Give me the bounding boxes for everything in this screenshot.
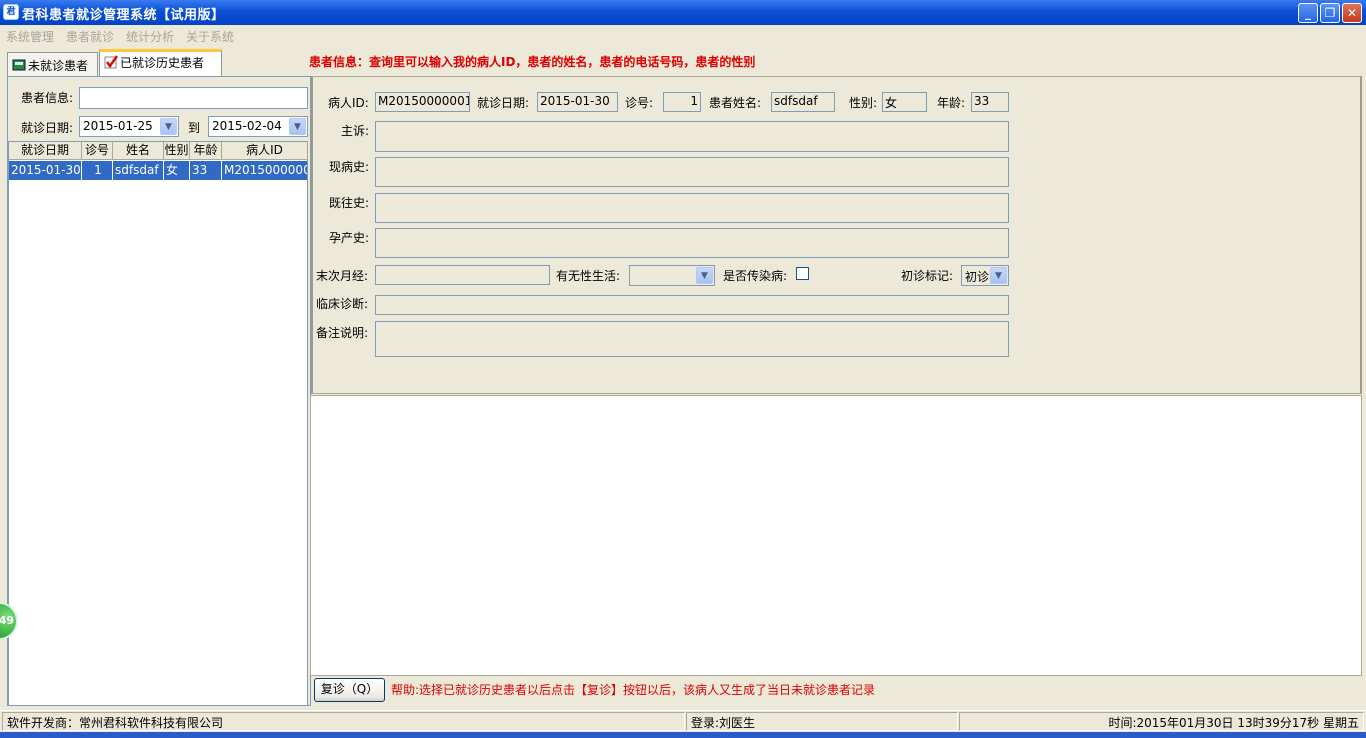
- window-title: 君科患者就诊管理系统【试用版】: [22, 8, 225, 23]
- visit-date-label: 就诊日期:: [21, 121, 74, 135]
- cell-name: sdfsdaf: [113, 161, 164, 180]
- date-from-select[interactable]: 2015-01-25 ▼: [79, 116, 179, 137]
- menu-bar: 系统管理 患者就诊 统计分析 关于系统: [0, 25, 1366, 45]
- status-bar: 软件开发商：常州君科软件科技有限公司 登录:刘医生 时间:2015年01月30日…: [0, 710, 1366, 732]
- age-field[interactable]: 33: [971, 92, 1009, 112]
- revisit-button[interactable]: 复诊（Q）: [314, 678, 385, 702]
- restore-button[interactable]: ❐: [1320, 3, 1340, 23]
- patient-name-field[interactable]: sdfsdaf: [771, 92, 835, 112]
- column-header-visit-date[interactable]: 就诊日期: [9, 142, 82, 160]
- tab-pending-patients[interactable]: 未就诊患者: [7, 52, 98, 76]
- patient-id-field[interactable]: M20150000001: [375, 92, 470, 112]
- date-to-select[interactable]: 2015-02-04 ▼: [208, 116, 308, 137]
- menu-statistics[interactable]: 统计分析: [126, 28, 174, 45]
- diagnosis-field[interactable]: [375, 295, 1009, 315]
- status-developer: 软件开发商：常州君科软件科技有限公司: [2, 712, 685, 731]
- present-illness-label: 现病史:: [329, 160, 370, 174]
- menu-patient-visit[interactable]: 患者就诊: [66, 28, 114, 45]
- taskbar-strip: [0, 732, 1366, 738]
- menu-system[interactable]: 系统管理: [6, 28, 54, 45]
- sexual-life-select[interactable]: ▼: [629, 265, 715, 286]
- first-visit-label: 初诊标记:: [901, 269, 954, 283]
- tab-history-label: 已就诊历史患者: [120, 56, 205, 70]
- date-to-value: 2015-02-04: [212, 119, 282, 133]
- present-illness-field[interactable]: [375, 157, 1009, 187]
- gender-label: 性别:: [849, 96, 878, 110]
- status-login: 登录:刘医生: [686, 712, 958, 731]
- lmp-field[interactable]: [375, 265, 550, 285]
- patient-history-table: 就诊日期 诊号 姓名 性别 年龄 病人ID 2015-01-30 1 sdfsd…: [8, 141, 308, 706]
- help-text: 帮助:选择已就诊历史患者以后点击【复诊】按钮以后，该病人又生成了当日未就诊患者记…: [391, 683, 876, 697]
- chevron-down-icon[interactable]: ▼: [160, 118, 177, 135]
- notes-label: 备注说明:: [316, 326, 369, 340]
- chief-complaint-label: 主诉:: [341, 124, 370, 138]
- date-from-value: 2015-01-25: [83, 119, 153, 133]
- column-header-visit-no[interactable]: 诊号: [82, 142, 113, 160]
- diagnosis-label: 临床诊断:: [316, 297, 369, 311]
- cell-patient-id: M20150000001: [224, 163, 307, 177]
- visit-date-form-label: 就诊日期:: [477, 96, 530, 110]
- sexual-life-label: 有无性生活:: [556, 269, 621, 283]
- cell-visit-date: 2015-01-30: [9, 161, 82, 180]
- column-header-name[interactable]: 姓名: [113, 142, 164, 160]
- cell-age: 33: [190, 161, 222, 180]
- patient-card-icon: [12, 58, 26, 72]
- detail-area: [310, 395, 1362, 676]
- patient-search-input[interactable]: [79, 87, 308, 109]
- notes-field[interactable]: [375, 321, 1009, 357]
- patient-info-label: 患者信息:: [21, 91, 74, 105]
- column-header-age[interactable]: 年龄: [190, 142, 222, 160]
- minimize-button[interactable]: _: [1298, 3, 1318, 23]
- title-bar: 君 君科患者就诊管理系统【试用版】 _ ❐ ✕: [0, 0, 1366, 25]
- patient-id-label: 病人ID:: [328, 96, 369, 110]
- visit-no-label: 诊号:: [625, 96, 654, 110]
- chevron-down-icon[interactable]: ▼: [696, 267, 713, 284]
- first-visit-value: 初诊: [965, 270, 990, 284]
- age-label: 年龄:: [937, 96, 966, 110]
- visit-no-field[interactable]: 1: [663, 92, 701, 112]
- lmp-label: 末次月经:: [316, 269, 369, 283]
- patient-info-heading: 患者信息：查询里可以输入我的病人ID，患者的姓名，患者的电话号码，患者的性别: [309, 55, 756, 69]
- infectious-checkbox[interactable]: [796, 267, 809, 280]
- obstetric-history-label: 孕产史:: [329, 231, 370, 245]
- close-button[interactable]: ✕: [1342, 3, 1362, 23]
- gender-field[interactable]: 女: [882, 92, 927, 112]
- infectious-label: 是否传染病:: [723, 269, 788, 283]
- chevron-down-icon[interactable]: ▼: [289, 118, 306, 135]
- chevron-down-icon[interactable]: ▼: [990, 267, 1007, 284]
- menu-about[interactable]: 关于系统: [186, 28, 234, 45]
- obstetric-history-field[interactable]: [375, 228, 1009, 258]
- table-row[interactable]: 2015-01-30 1 sdfsdaf 女 33 M20150000001: [9, 161, 307, 180]
- first-visit-select[interactable]: 初诊 ▼: [961, 265, 1009, 286]
- chief-complaint-field[interactable]: [375, 121, 1009, 152]
- past-history-label: 既往史:: [329, 196, 370, 210]
- to-label: 到: [188, 121, 201, 135]
- visit-date-field[interactable]: 2015-01-30: [537, 92, 618, 112]
- column-header-patient-id[interactable]: 病人ID: [222, 142, 308, 160]
- status-time: 时间:2015年01月30日 13时39分17秒 星期五: [959, 712, 1364, 731]
- patient-name-label: 患者姓名:: [709, 96, 762, 110]
- tab-history-patients[interactable]: 已就诊历史患者: [99, 49, 222, 76]
- past-history-field[interactable]: [375, 193, 1009, 223]
- column-header-gender[interactable]: 性别: [164, 142, 190, 160]
- cell-gender: 女: [164, 161, 190, 180]
- app-icon[interactable]: 君: [3, 4, 19, 20]
- tab-pending-label: 未就诊患者: [28, 59, 89, 73]
- cell-visit-no: 1: [82, 161, 113, 180]
- checkmark-icon: [104, 55, 119, 69]
